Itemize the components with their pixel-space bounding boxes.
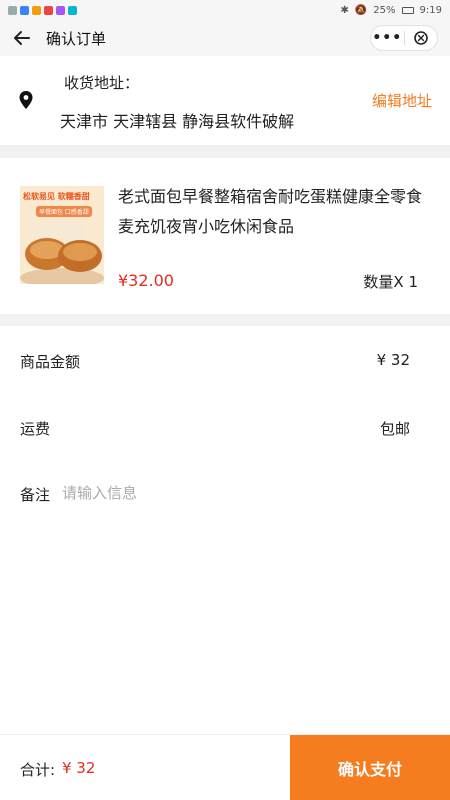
clock-time: 9:19 xyxy=(419,4,442,16)
total-label: 合计: xyxy=(20,761,56,779)
address-card[interactable]: 收货地址： 天津市 天津辖县 静海县软件破解 编辑地址 xyxy=(0,56,450,146)
battery-icon xyxy=(401,6,414,14)
status-system: ✱ 🔕 25% 9:19 xyxy=(340,5,442,16)
product-item: 松软易见 软糯香甜 早餐面包 口感香甜 老式面包早餐整箱宿舍耐吃蛋糕健康全零食麦… xyxy=(0,158,450,314)
goods-amount-value: ¥ 32 xyxy=(376,351,410,369)
confirm-pay-button[interactable]: 确认支付 xyxy=(290,735,450,800)
section-divider xyxy=(0,146,450,158)
app-icon-purple xyxy=(56,5,65,15)
status-notifications xyxy=(8,5,77,15)
mini-program-capsule: ••• xyxy=(370,25,438,51)
shipping-row: 运费 包邮 xyxy=(0,408,450,448)
close-circle-icon xyxy=(413,31,428,45)
shipping-label: 运费 xyxy=(20,420,51,438)
close-button[interactable] xyxy=(405,30,438,46)
page-title: 确认订单 xyxy=(46,29,107,48)
remark-input[interactable] xyxy=(62,479,362,507)
arrow-left-icon xyxy=(14,31,30,45)
product-title[interactable]: 老式面包早餐整箱宿舍耐吃蛋糕健康全零食麦充饥夜宵小吃休闲食品 xyxy=(118,182,430,242)
product-thumbnail[interactable]: 松软易见 软糯香甜 早餐面包 口感香甜 xyxy=(20,186,104,284)
checkout-bar: 合计: ¥ 32 确认支付 xyxy=(0,734,450,800)
remark-label: 备注 xyxy=(20,486,51,504)
app-icon-red xyxy=(44,5,53,15)
wifi-icon xyxy=(8,5,17,15)
bluetooth-icon: ✱ xyxy=(340,4,349,16)
total-value: ¥ 32 xyxy=(62,759,96,777)
product-price: ¥32.00 xyxy=(118,271,174,290)
app-icon-blue xyxy=(20,5,29,15)
back-button[interactable] xyxy=(0,20,44,56)
more-menu-button[interactable]: ••• xyxy=(371,25,404,51)
address-text: 天津市 天津辖县 静海县软件破解 xyxy=(60,112,295,131)
status-bar: ✱ 🔕 25% 9:19 xyxy=(0,0,450,20)
nav-bar: 确认订单 ••• xyxy=(0,20,450,56)
section-divider xyxy=(0,314,450,326)
goods-amount-row: 商品金额 ¥ 32 xyxy=(0,341,450,381)
shipping-value: 包邮 xyxy=(379,420,410,438)
location-pin-icon xyxy=(19,91,33,109)
remark-row: 备注 xyxy=(0,474,450,514)
address-label: 收货地址： xyxy=(64,74,140,92)
edit-address-link[interactable]: 编辑地址 xyxy=(372,90,432,111)
battery-percent: 25% xyxy=(373,4,396,16)
goods-amount-label: 商品金额 xyxy=(20,353,81,371)
bread-image xyxy=(20,222,104,284)
app-icon-orange xyxy=(32,5,41,15)
mute-icon: 🔕 xyxy=(354,4,368,16)
app-icon-cyan xyxy=(68,5,77,15)
product-quantity: 数量X 1 xyxy=(363,273,418,291)
